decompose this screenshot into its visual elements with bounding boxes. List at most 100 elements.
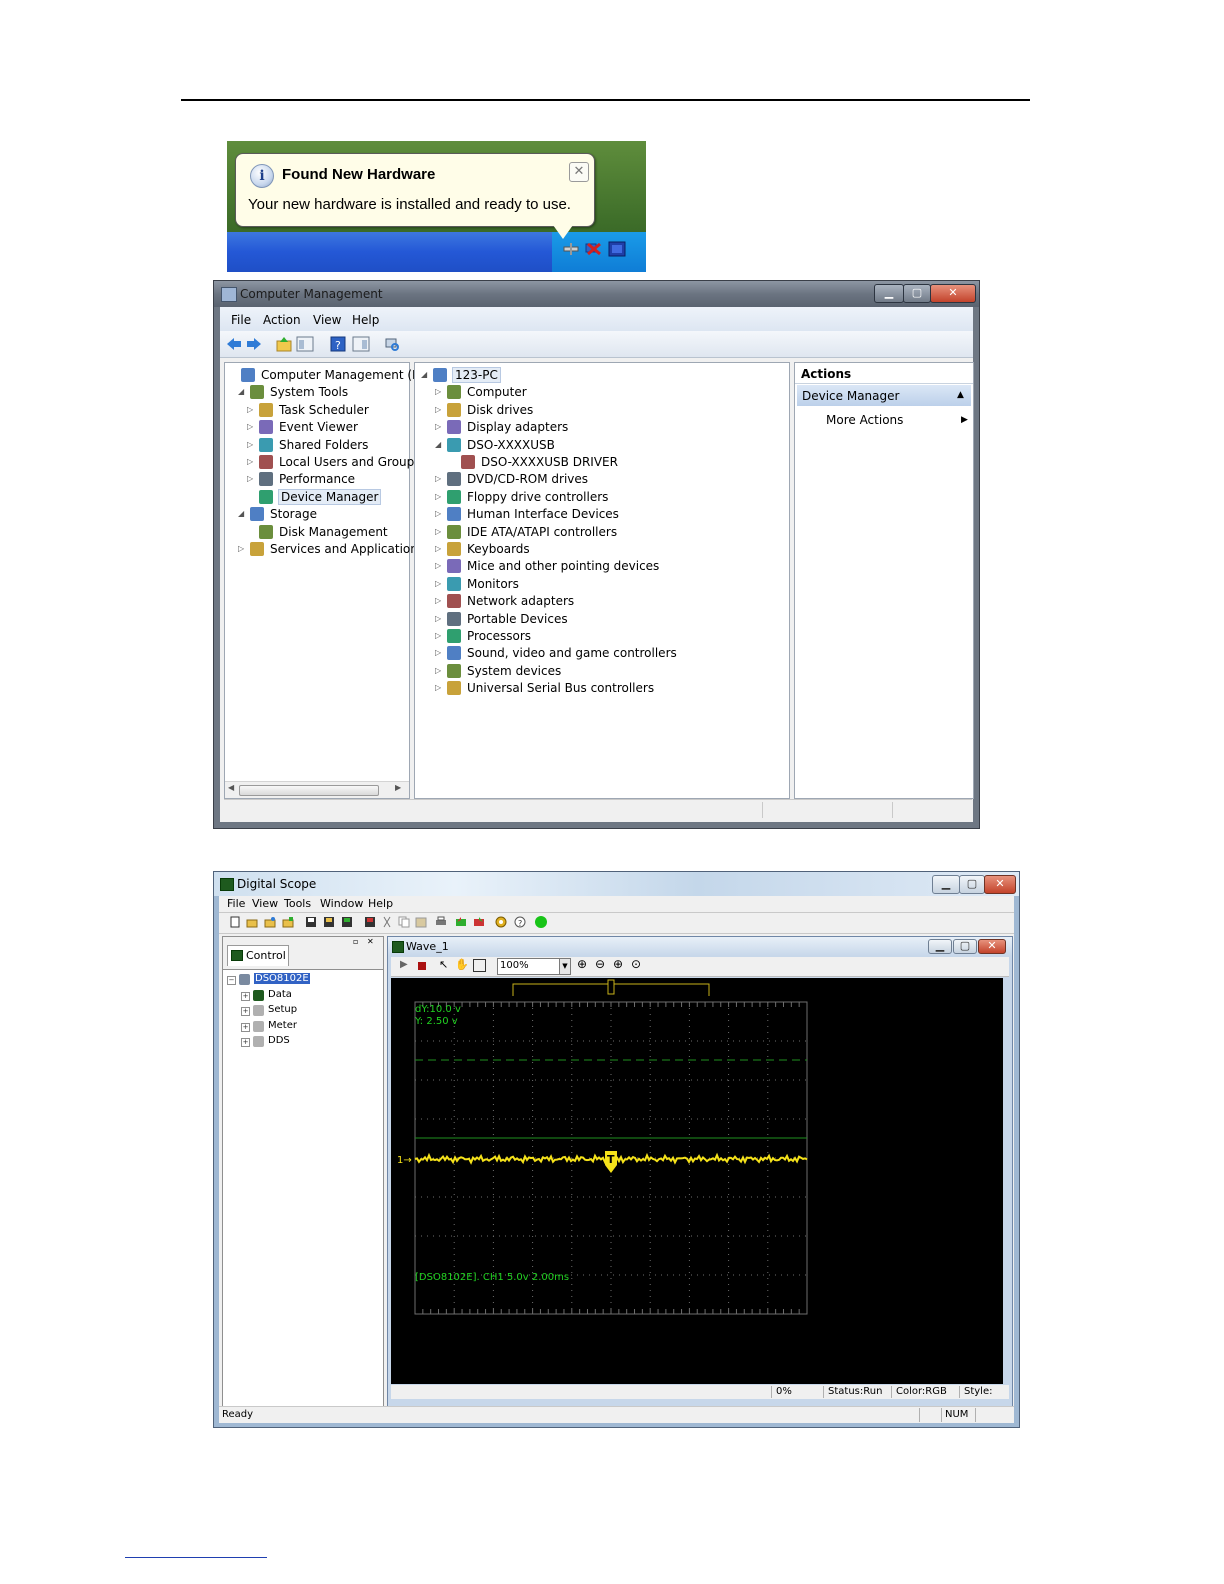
menu-action[interactable]: Action	[263, 313, 301, 327]
collapse-icon[interactable]: −	[227, 976, 236, 985]
expand-arrow-icon[interactable]: ▷	[247, 457, 253, 466]
menu-view[interactable]: View	[252, 897, 278, 910]
network-tray-icon[interactable]	[584, 240, 602, 258]
expand-arrow-icon[interactable]: ▷	[238, 544, 244, 553]
close-button[interactable]: ✕	[930, 284, 976, 303]
minimize-button[interactable]: ▁	[932, 875, 960, 894]
open-waveform-icon[interactable]	[282, 916, 294, 928]
maximize-button[interactable]: ▢	[903, 284, 931, 303]
expand-arrow-icon[interactable]: ▷	[435, 405, 441, 414]
print-icon[interactable]	[435, 916, 447, 928]
expand-arrow-icon[interactable]: ▷	[435, 596, 441, 605]
copy-icon[interactable]	[398, 916, 410, 928]
menu-tools[interactable]: Tools	[284, 897, 311, 910]
export-icon[interactable]	[455, 916, 467, 928]
zoom-in-icon[interactable]: ⊕	[577, 957, 587, 971]
expand-icon[interactable]: +	[241, 991, 250, 1001]
expand-arrow-icon[interactable]: ▷	[435, 509, 441, 518]
back-icon[interactable]	[226, 336, 242, 352]
pointer-icon[interactable]: ↖	[439, 958, 448, 971]
save-as-icon[interactable]	[364, 916, 376, 928]
scrollbar-thumb[interactable]	[239, 785, 379, 796]
zoom-in-vertical-icon[interactable]: ⊕	[613, 957, 623, 971]
zoom-reset-icon[interactable]: ⊙	[631, 957, 641, 971]
menu-view[interactable]: View	[313, 313, 341, 327]
help-icon[interactable]: ?	[330, 336, 346, 352]
expand-arrow-icon[interactable]: ▷	[435, 614, 441, 623]
paste-icon[interactable]	[415, 916, 427, 928]
expand-icon[interactable]: +	[241, 1038, 250, 1048]
open-folder-icon[interactable]	[246, 916, 258, 928]
expanded-arrow-icon[interactable]: ◢	[238, 387, 244, 396]
save-waveform-icon[interactable]	[341, 916, 353, 928]
expand-icon[interactable]: +	[241, 1022, 250, 1032]
open-settings-icon[interactable]	[264, 916, 276, 928]
expand-arrow-icon[interactable]: ▷	[435, 544, 441, 553]
title-bar[interactable]: Computer Management ▁ ▢ ✕	[214, 281, 979, 307]
new-file-icon[interactable]	[229, 916, 241, 928]
actions-device-manager-section[interactable]: Device Manager ▲	[797, 385, 971, 406]
expand-arrow-icon[interactable]: ▷	[435, 492, 441, 501]
expand-arrow-icon[interactable]: ▷	[435, 648, 441, 657]
run-status-icon[interactable]	[535, 916, 547, 928]
minimize-button[interactable]: ▁	[874, 284, 904, 303]
scan-hardware-icon[interactable]	[384, 336, 400, 352]
expand-arrow-icon[interactable]: ▷	[435, 631, 441, 640]
close-pane-icon[interactable]: ✕	[367, 937, 374, 946]
up-folder-icon[interactable]	[276, 336, 292, 352]
wave-minimize-button[interactable]: ▁	[928, 939, 952, 954]
scroll-right-icon[interactable]: ▶	[395, 783, 401, 792]
wave-title-bar[interactable]: Wave_1 ▁ ▢ ✕	[388, 937, 1012, 956]
dock-icon[interactable]: ▫	[353, 937, 358, 946]
pan-hand-icon[interactable]: ✋	[455, 958, 469, 971]
expand-arrow-icon[interactable]: ▷	[247, 405, 253, 414]
close-icon[interactable]: ✕	[569, 162, 589, 182]
menu-file[interactable]: File	[227, 897, 245, 910]
cut-icon[interactable]	[381, 916, 393, 928]
wave-restore-button[interactable]: ▢	[953, 939, 977, 954]
horizontal-scrollbar[interactable]: ◀ ▶	[225, 781, 409, 798]
expand-arrow-icon[interactable]: ▷	[435, 666, 441, 675]
play-icon[interactable]: ▶	[400, 959, 408, 970]
close-button[interactable]: ✕	[984, 875, 1016, 894]
scope-canvas[interactable]: 1→ TdY:10.0 vY: 2.50 v [DSO8102E]. CH1 5.0…	[391, 978, 1003, 1384]
monitor-tray-icon[interactable]	[608, 240, 626, 258]
wave-close-button[interactable]: ✕	[978, 939, 1006, 954]
menu-window[interactable]: Window	[320, 897, 363, 910]
expand-icon[interactable]: +	[241, 1007, 250, 1017]
forward-icon[interactable]	[246, 336, 262, 352]
expand-arrow-icon[interactable]: ▷	[247, 474, 253, 483]
stop-icon[interactable]	[418, 962, 426, 970]
scope-display[interactable]: 1→ TdY:10.0 v Y: 2.50 v [DSO8102E]. CH1 5.0…	[391, 978, 1003, 1384]
expand-arrow-icon[interactable]: ▷	[435, 422, 441, 431]
tab-control[interactable]: Control	[227, 945, 289, 966]
expand-arrow-icon[interactable]: ▷	[435, 474, 441, 483]
expanded-arrow-icon[interactable]: ◢	[238, 509, 244, 518]
expanded-arrow-icon[interactable]: ◢	[421, 370, 427, 379]
zoom-out-icon[interactable]: ⊖	[595, 957, 605, 971]
channel-marker[interactable]: 1→	[397, 1155, 412, 1166]
import-icon[interactable]	[473, 916, 485, 928]
more-actions-item[interactable]: More Actions	[826, 413, 903, 427]
expand-arrow-icon[interactable]: ▷	[435, 683, 441, 692]
save-settings-icon[interactable]	[323, 916, 335, 928]
menu-file[interactable]: File	[231, 313, 251, 327]
expand-arrow-icon[interactable]: ▷	[247, 440, 253, 449]
notification-balloon[interactable]: i Found New Hardware ✕ Your new hardware…	[235, 153, 595, 227]
timebase-marker[interactable]	[607, 979, 615, 995]
expand-arrow-icon[interactable]: ▷	[435, 527, 441, 536]
expand-arrow-icon[interactable]: ▷	[435, 387, 441, 396]
fit-view-icon[interactable]	[473, 959, 486, 972]
chevron-down-icon[interactable]: ▼	[559, 959, 570, 974]
menu-help[interactable]: Help	[368, 897, 393, 910]
menu-help[interactable]: Help	[352, 313, 379, 327]
expand-arrow-icon[interactable]: ▷	[435, 579, 441, 588]
scroll-left-icon[interactable]: ◀	[228, 783, 234, 792]
expand-arrow-icon[interactable]: ▷	[435, 561, 441, 570]
usb-tray-icon[interactable]	[562, 240, 580, 258]
collapse-up-icon[interactable]: ▲	[957, 390, 964, 400]
show-hide-tree-icon[interactable]	[296, 336, 314, 352]
settings-gear-icon[interactable]	[495, 916, 507, 928]
title-bar[interactable]: Digital Scope ▁ ▢ ✕	[214, 872, 1019, 896]
expanded-arrow-icon[interactable]: ◢	[435, 440, 441, 449]
